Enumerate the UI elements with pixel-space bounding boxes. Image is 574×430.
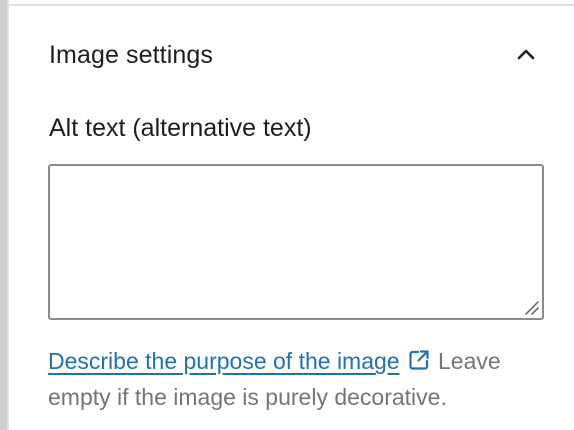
alt-text-help: Describe the purpose of the image Leave … — [48, 343, 558, 415]
describe-purpose-link[interactable]: Describe the purpose of the image — [48, 348, 400, 374]
resize-grip-icon[interactable] — [522, 298, 540, 316]
external-link-icon[interactable] — [406, 347, 432, 373]
alt-text-label: Alt text (alternative text) — [49, 114, 312, 142]
panel-title: Image settings — [49, 40, 213, 69]
top-divider — [9, 4, 574, 6]
alt-text-input[interactable] — [48, 164, 544, 320]
panel-header-toggle[interactable]: Image settings — [49, 36, 539, 74]
image-settings-panel: Image settings Alt text (alternative tex… — [0, 0, 574, 430]
left-divider — [7, 0, 9, 430]
left-scrollbar-rail — [0, 0, 7, 430]
chevron-up-icon[interactable] — [513, 42, 539, 68]
